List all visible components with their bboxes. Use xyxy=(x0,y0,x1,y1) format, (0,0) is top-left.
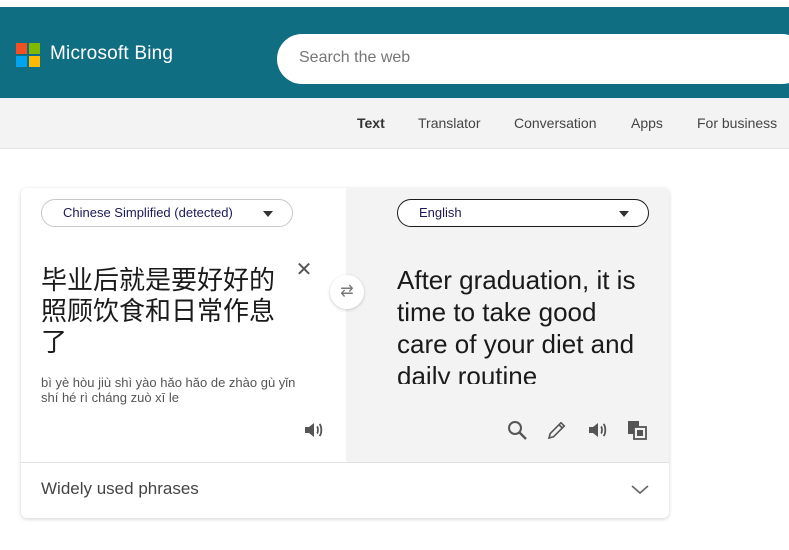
search-box[interactable] xyxy=(277,34,789,84)
swap-icon[interactable]: ⇄ xyxy=(330,275,364,309)
widely-used-phrases-label[interactable]: Widely used phrases xyxy=(41,479,199,499)
tab-for-business[interactable]: For business xyxy=(697,115,777,131)
tab-conversation[interactable]: Conversation xyxy=(514,115,597,131)
chevron-down-icon[interactable] xyxy=(629,478,651,500)
tab-apps[interactable]: Apps xyxy=(631,115,663,131)
top-strip xyxy=(0,0,789,7)
target-language-label: English xyxy=(419,205,462,220)
target-language-select[interactable]: English xyxy=(397,199,649,227)
close-icon[interactable]: ✕ xyxy=(294,260,314,280)
translated-text: After graduation, it is time to take goo… xyxy=(397,265,636,384)
search-icon[interactable] xyxy=(505,418,529,442)
search-input[interactable] xyxy=(299,49,779,67)
divider xyxy=(21,462,669,463)
pencil-icon[interactable] xyxy=(545,418,569,442)
caret-down-icon xyxy=(619,211,629,217)
speaker-icon[interactable] xyxy=(301,418,325,442)
source-text-input[interactable]: 毕业后就是要好好的照顾饮食和日常作息了 xyxy=(41,265,281,358)
source-language-label: Chinese Simplified (detected) xyxy=(63,205,233,220)
header-bar: Microsoft Bing xyxy=(0,7,789,98)
source-language-select[interactable]: Chinese Simplified (detected) xyxy=(41,199,293,227)
translator-card: Chinese Simplified (detected) English 毕业… xyxy=(21,188,669,518)
pinyin-transliteration: bì yè hòu jiù shì yào hǎo hǎo de zhào gù… xyxy=(41,375,296,405)
caret-down-icon xyxy=(263,211,273,217)
tab-translator[interactable]: Translator xyxy=(418,115,481,131)
tab-text[interactable]: Text xyxy=(357,115,385,131)
copy-icon[interactable] xyxy=(625,418,649,442)
brand-name[interactable]: Microsoft Bing xyxy=(50,43,173,65)
speaker-icon[interactable] xyxy=(585,418,609,442)
sub-navigation: Text Translator Conversation Apps For bu… xyxy=(0,98,789,149)
microsoft-logo-icon[interactable] xyxy=(16,43,40,67)
